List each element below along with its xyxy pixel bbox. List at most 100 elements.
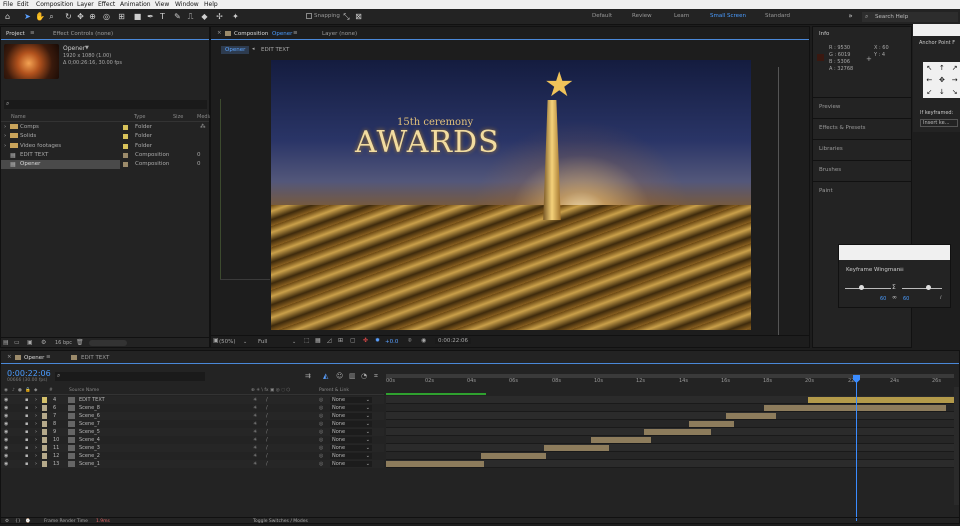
parent-select[interactable]: None ⌄ [330, 461, 372, 467]
timeline-timecode[interactable]: 0:00:22:06 [7, 369, 51, 378]
composition-viewer[interactable]: ★ 15th ceremony AWARDS [271, 60, 751, 330]
layer-row[interactable]: ◉ ▪ › 8 Scene_7 ✳ / ◎ None ⌄ [1, 420, 384, 428]
arrow-w-icon[interactable]: ← [926, 74, 932, 86]
timeline-scrollbar[interactable] [954, 387, 959, 505]
layer-bar[interactable] [386, 461, 484, 467]
brush-tool-icon[interactable]: ✎ [173, 12, 182, 21]
preview-icon[interactable]: ▣ [213, 337, 219, 344]
layer-bar[interactable] [481, 453, 546, 459]
collapse-transform-icon[interactable]: ✳ [253, 436, 257, 444]
time-ruler[interactable]: 00s 02s 04s 06s 08s 10s 12s 14s 16s 18s … [386, 378, 954, 387]
arrow-se-icon[interactable]: ↘ [952, 86, 958, 98]
arrow-sw-icon[interactable]: ↙ [926, 86, 932, 98]
menu-effect[interactable]: Effect [98, 0, 115, 9]
new-folder-icon[interactable]: ▭ [14, 339, 20, 346]
mask-visibility-icon[interactable]: ◿ [327, 337, 332, 344]
visibility-icon[interactable]: ◉ [4, 428, 8, 436]
quality-icon[interactable]: / [266, 428, 268, 436]
panel-menu-icon[interactable]: ≡ [30, 30, 35, 36]
resolution-select[interactable]: Full [258, 339, 267, 345]
collapse-transform-icon[interactable]: ✳ [253, 460, 257, 468]
label-swatch[interactable] [42, 429, 47, 435]
expand-chevron-icon[interactable]: › [35, 428, 37, 436]
parent-select[interactable]: None ⌄ [330, 397, 372, 403]
workspace-learn[interactable]: Learn [674, 13, 689, 19]
home-icon[interactable]: ⌂ [3, 12, 12, 21]
lock-icon[interactable]: ▪ [25, 452, 28, 460]
exposure-icon[interactable]: ✹ [375, 337, 380, 344]
thumbnail-slider[interactable] [89, 340, 127, 346]
panel-libraries[interactable]: Libraries [819, 146, 843, 152]
layer-name[interactable]: Scene_4 [79, 436, 100, 444]
lock-icon[interactable]: ▪ [25, 420, 28, 428]
parent-select[interactable]: None ⌄ [330, 437, 372, 443]
ease-left-slider[interactable] [859, 285, 864, 290]
pickwhip-icon[interactable]: ◎ [319, 404, 323, 412]
close-icon[interactable]: × [217, 30, 222, 36]
pickwhip-icon[interactable]: ◎ [319, 396, 323, 404]
quality-icon[interactable]: / [266, 396, 268, 404]
quality-icon[interactable]: / [266, 444, 268, 452]
tab-project[interactable]: Project [6, 31, 25, 37]
layer-bar[interactable] [591, 437, 651, 443]
stamp-tool-icon[interactable]: ⎍ [186, 12, 195, 21]
layer-bar[interactable] [726, 413, 776, 419]
puppet-tool-icon[interactable]: ✦ [231, 12, 240, 21]
snapping-checkbox[interactable] [306, 13, 312, 19]
pickwhip-icon[interactable]: ◎ [319, 452, 323, 460]
expand-chevron-icon[interactable]: › [35, 404, 37, 412]
chevron-down-icon[interactable]: ▼ [85, 45, 89, 51]
hand-tool-icon[interactable]: ✋ [35, 12, 45, 21]
lock-icon[interactable]: ▪ [25, 428, 28, 436]
layer-row[interactable]: ◉ ▪ › 11 Scene_3 ✳ / ◎ None ⌄ [1, 444, 384, 452]
show-snapshot-icon[interactable]: ◉ [421, 337, 426, 344]
quality-icon[interactable]: / [266, 404, 268, 412]
color-channels-icon[interactable]: ✤ [363, 337, 368, 344]
expand-chevron-icon[interactable]: › [35, 452, 37, 460]
interpret-footage-icon[interactable]: ▤ [3, 339, 9, 346]
track-row[interactable] [386, 420, 954, 428]
layer-name[interactable]: EDIT TEXT [79, 396, 105, 404]
more-workspaces-icon[interactable]: » [846, 12, 855, 21]
layer-row[interactable]: ◉ ▪ › 10 Scene_4 ✳ / ◎ None ⌄ [1, 436, 384, 444]
parent-select[interactable]: None ⌄ [330, 413, 372, 419]
viewer-timecode[interactable]: 0:00:22:06 [435, 338, 472, 344]
col-type[interactable]: Type [134, 113, 145, 122]
lock-icon[interactable]: 🔒 [25, 387, 31, 395]
panel-paint[interactable]: Paint [819, 188, 833, 194]
toggle-switches-button[interactable]: Toggle Switches / Modes [253, 518, 308, 526]
visibility-icon[interactable]: ◉ [4, 396, 8, 404]
lock-icon[interactable]: ▪ [25, 412, 28, 420]
col-source-name[interactable]: Source Name [69, 387, 99, 395]
label-icon[interactable]: ◆ [34, 387, 37, 395]
menu-edit[interactable]: Edit [17, 0, 29, 9]
quality-icon[interactable]: / [266, 460, 268, 468]
anchor-tool-icon[interactable]: ⊞ [117, 12, 126, 21]
layer-name[interactable]: Scene_6 [79, 412, 100, 420]
pan-behind-icon[interactable]: ⊕ [88, 12, 97, 21]
audio-icon[interactable]: ♪ [12, 387, 15, 395]
menu-window[interactable]: Window [175, 0, 199, 9]
layer-bar[interactable] [544, 445, 609, 451]
pickwhip-icon[interactable]: ◎ [319, 460, 323, 468]
track-row[interactable] [386, 444, 954, 452]
collapse-transform-icon[interactable]: ✳ [253, 452, 257, 460]
rectangle-tool-icon[interactable]: ■ [133, 12, 142, 21]
breadcrumb-edit-text[interactable]: EDIT TEXT [261, 47, 289, 53]
menu-animation[interactable]: Animation [120, 0, 151, 9]
snap-grid-icon[interactable]: ⊠ [354, 12, 363, 21]
expand-chevron-icon[interactable]: › [35, 436, 37, 444]
center-icon[interactable]: ✥ [939, 74, 945, 86]
bpc-label[interactable]: 16 bpc [55, 340, 72, 346]
expand-chevron-icon[interactable]: › [35, 420, 37, 428]
chevron-down-icon[interactable]: ⌄ [292, 339, 296, 345]
visibility-icon[interactable]: ◉ [4, 420, 8, 428]
lock-icon[interactable]: ▪ [25, 436, 28, 444]
comp-flowchart-icon[interactable]: ⇉ [305, 372, 311, 380]
panel-menu-icon[interactable]: ≡ [46, 354, 51, 360]
label-swatch[interactable] [42, 397, 47, 403]
eraser-tool-icon[interactable]: ◆ [200, 12, 209, 21]
arrow-ne-icon[interactable]: ↗ [952, 62, 958, 74]
expand-chevron-icon[interactable]: › [35, 444, 37, 452]
guides-icon[interactable]: ⊞ [338, 337, 343, 344]
